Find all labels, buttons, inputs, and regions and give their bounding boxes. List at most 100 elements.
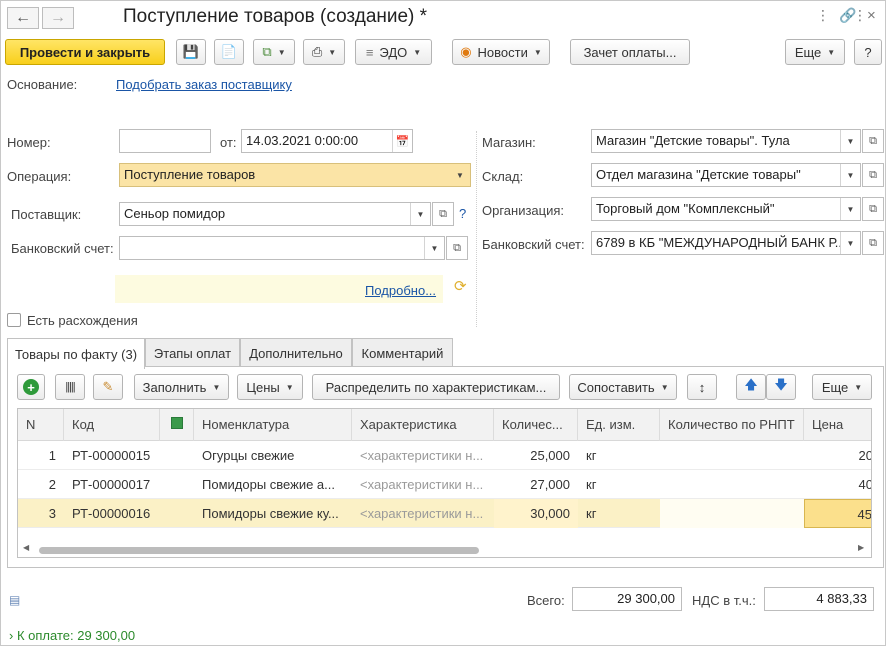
chevron-down-icon[interactable]: ▼ (840, 130, 860, 152)
cell-unit: кг (586, 448, 597, 463)
barcode-button[interactable]: ||||| (55, 374, 85, 400)
save-button[interactable]: 💾 (176, 39, 206, 65)
col-quantity[interactable]: Количес... (494, 409, 578, 441)
arrow-right-icon: → (50, 9, 66, 26)
create-based-on-button[interactable]: ⧉ ▼ (253, 39, 295, 65)
chevron-down-icon[interactable]: ▼ (840, 164, 860, 186)
col-code[interactable]: Код (64, 409, 160, 441)
forward-button[interactable]: → (42, 7, 74, 29)
store-label: Магазин: (482, 135, 536, 150)
bank-account-field[interactable]: ▼ (119, 236, 445, 260)
post-button[interactable]: 📄 (214, 39, 244, 65)
date-field[interactable]: 14.03.2021 0:00:00 📅 (241, 129, 413, 153)
rss-icon: ◉ (460, 44, 472, 59)
prices-button[interactable]: Цены ▼ (237, 374, 303, 400)
open-icon: ⧉ (453, 241, 461, 254)
col-nomenclature[interactable]: Номенклатура (194, 409, 352, 441)
tab-goods-actual[interactable]: Товары по факту (3) (7, 338, 145, 369)
arrow-up-icon: 🡅 (744, 377, 758, 392)
open-icon: ⧉ (869, 202, 877, 215)
help-button[interactable]: ? (854, 39, 882, 65)
org-bank-account-field[interactable]: 6789 в КБ "МЕЖДУНАРОДНЫЙ БАНК Р... ▼ (591, 231, 861, 255)
col-rnpt-quantity[interactable]: Количество по РНПТ (660, 409, 804, 441)
menu-dots-icon[interactable]: ⋮ (816, 7, 830, 24)
store-open-button[interactable]: ⧉ (862, 129, 884, 153)
organization-field[interactable]: Торговый дом "Комплексный" ▼ (591, 197, 861, 221)
number-field[interactable] (119, 129, 211, 153)
details-link[interactable]: Подробно... (365, 283, 436, 298)
goods-table[interactable]: N Код Номенклатура Характеристика Количе… (17, 408, 872, 558)
number-label: Номер: (7, 135, 51, 150)
move-down-button[interactable]: 🡇 (766, 374, 796, 400)
compare-button[interactable]: Сопоставить ▼ (569, 374, 677, 400)
chevron-down-icon[interactable]: ▼ (424, 237, 444, 259)
col-unit[interactable]: Ед. изм. (578, 409, 660, 441)
chevron-down-icon[interactable]: ▼ (410, 203, 430, 225)
table-row[interactable]: 2 РТ-00000017 Помидоры свежие а... <хара… (18, 470, 871, 499)
discrepancy-checkbox[interactable] (7, 313, 21, 327)
select-order-link[interactable]: Подобрать заказ поставщику (116, 77, 292, 92)
calendar-icon[interactable]: 📅 (392, 130, 412, 152)
cell-price-editing[interactable]: 45 (804, 499, 871, 528)
cell-price: 20 (858, 448, 872, 463)
scroll-right-icon[interactable]: ▶ (858, 543, 864, 552)
grid-more-button[interactable]: Еще ▼ (812, 374, 872, 400)
more-button[interactable]: Еще ▼ (785, 39, 845, 65)
col-marking[interactable] (160, 409, 194, 441)
supplier-field[interactable]: Сеньор помидор ▼ (119, 202, 431, 226)
fill-button[interactable]: Заполнить ▼ (134, 374, 229, 400)
vat-field: 4 883,33 (764, 587, 874, 611)
tab-comment[interactable]: Комментарий (352, 338, 453, 367)
table-row[interactable]: 1 РТ-00000015 Огурцы свежие <характерист… (18, 441, 871, 470)
print-button[interactable]: ⎙ ▼ (303, 39, 345, 65)
add-row-button[interactable]: + (17, 374, 45, 400)
cell-nomenclature: Помидоры свежие ку... (202, 506, 339, 521)
warehouse-field[interactable]: Отдел магазина "Детские товары" ▼ (591, 163, 861, 187)
cell-unit: кг (586, 477, 597, 492)
back-button[interactable]: ← (7, 7, 39, 29)
arrow-left-icon: ← (15, 9, 31, 26)
bank-account-open-button[interactable]: ⧉ (446, 236, 468, 260)
grid-marking-icon (170, 417, 183, 429)
post-and-close-button[interactable]: Провести и закрыть (5, 39, 165, 65)
organization-label: Организация: (482, 203, 565, 218)
store-field[interactable]: Магазин "Детские товары". Тула ▼ (591, 129, 861, 153)
supplier-open-button[interactable]: ⧉ (432, 202, 454, 226)
chevron-down-icon[interactable]: ▼ (450, 164, 470, 186)
table-row-selected[interactable]: 3 РТ-00000016 Помидоры свежие ку... <хар… (18, 499, 871, 528)
help-question-icon[interactable]: ? (459, 206, 466, 221)
col-price[interactable]: Цена (804, 409, 871, 441)
pick-icon: ✎ (102, 379, 114, 394)
cell-unit: кг (586, 506, 597, 521)
news-button[interactable]: ◉ Новости ▼ (452, 39, 550, 65)
col-characteristic[interactable]: Характеристика (352, 409, 494, 441)
edo-icon: ≡ (365, 44, 374, 60)
org-bank-account-open-button[interactable]: ⧉ (862, 231, 884, 255)
notes-icon[interactable]: ▤ (9, 593, 20, 607)
row-height-button[interactable]: ↕ (687, 374, 717, 400)
total-field: 29 300,00 (572, 587, 682, 611)
edo-button[interactable]: ≡ ЭДО ▼ (355, 39, 432, 65)
column-divider (476, 131, 477, 327)
col-n[interactable]: N (18, 409, 64, 441)
distribute-by-characteristics-button[interactable]: Распределить по характеристикам... (312, 374, 560, 400)
close-icon[interactable]: × (867, 7, 876, 24)
tab-additional[interactable]: Дополнительно (240, 338, 352, 367)
to-pay-summary[interactable]: › К оплате: 29 300,00 (9, 628, 135, 643)
move-up-button[interactable]: 🡅 (736, 374, 766, 400)
more-icon[interactable]: ⋮ (853, 7, 867, 24)
chevron-down-icon[interactable]: ▼ (840, 232, 860, 254)
operation-select[interactable]: Поступление товаров ▼ (119, 163, 471, 187)
payment-offset-button[interactable]: Зачет оплаты... (570, 39, 690, 65)
warehouse-open-button[interactable]: ⧉ (862, 163, 884, 187)
open-icon: ⧉ (869, 134, 877, 147)
save-icon: 💾 (182, 44, 200, 59)
pick-items-button[interactable]: ✎ (93, 374, 123, 400)
organization-open-button[interactable]: ⧉ (862, 197, 884, 221)
cell-rnpt (660, 441, 804, 470)
tab-payment-stages[interactable]: Этапы оплат (145, 338, 240, 367)
cell-code: РТ-00000017 (72, 477, 151, 492)
horizontal-scrollbar[interactable] (39, 547, 479, 554)
chevron-down-icon[interactable]: ▼ (840, 198, 860, 220)
scroll-left-icon[interactable]: ◀ (23, 543, 29, 552)
